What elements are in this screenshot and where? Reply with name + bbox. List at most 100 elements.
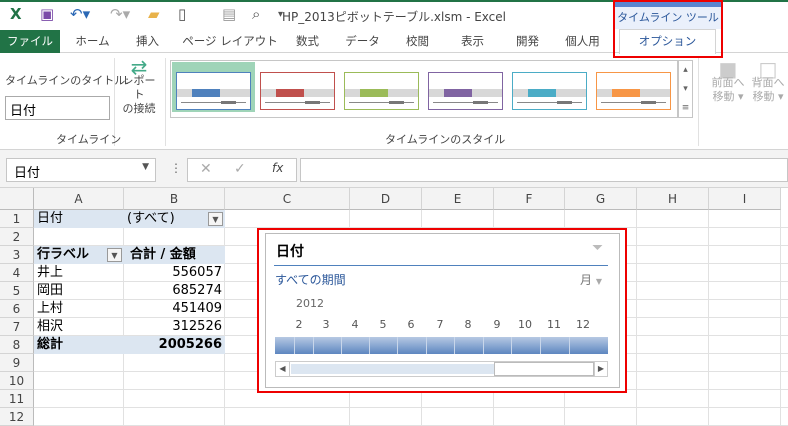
timeline-style-option[interactable] <box>176 72 251 110</box>
row-label-filter-button[interactable]: ▼ <box>107 248 122 262</box>
column-header[interactable]: G <box>565 188 637 210</box>
month-label[interactable]: 7 <box>430 318 450 331</box>
filter-dropdown-button[interactable]: ▼ <box>208 212 223 226</box>
row-header[interactable]: 5 <box>0 282 34 300</box>
row-header[interactable]: 8 <box>0 336 34 354</box>
column-header[interactable]: I <box>709 188 781 210</box>
row-header[interactable]: 2 <box>0 228 34 246</box>
tab-page-layout[interactable]: ページ レイアウト <box>180 30 280 53</box>
group-label-timeline: タイムライン <box>56 133 122 146</box>
column-header[interactable]: D <box>350 188 422 210</box>
tab-data[interactable]: データ <box>340 30 385 53</box>
scroll-left-icon[interactable]: ◀ <box>276 362 290 376</box>
column-header[interactable]: F <box>494 188 565 210</box>
scroll-thumb[interactable] <box>494 362 594 376</box>
bring-forward-icon: ■ <box>718 57 738 81</box>
pivot-row-label: 相沢 <box>37 319 64 334</box>
row-header[interactable]: 3 <box>0 246 34 264</box>
month-divider <box>511 337 512 354</box>
row-header[interactable]: 7 <box>0 318 34 336</box>
clear-filter-icon[interactable]: ⏷ <box>592 240 603 256</box>
month-divider <box>397 337 398 354</box>
time-level-dropdown[interactable]: 月 ▼ <box>580 271 602 288</box>
month-divider <box>369 337 370 354</box>
row-label-header: 行ラベル <box>37 247 90 262</box>
pivot-filter-value: (すべて) <box>127 211 175 226</box>
tab-file[interactable]: ファイル <box>0 30 60 53</box>
timeline-style-option[interactable] <box>428 72 503 110</box>
formula-input[interactable] <box>300 158 788 182</box>
column-header[interactable]: A <box>34 188 124 210</box>
pivot-row-value: 685274 <box>172 283 222 298</box>
group-label-styles: タイムラインのスタイル <box>385 133 506 146</box>
name-box[interactable]: 日付 ▼ <box>6 158 156 182</box>
row-header[interactable]: 12 <box>0 408 34 426</box>
cancel-icon[interactable]: ✕ <box>200 161 212 177</box>
timeline-title-label: タイムラインのタイトル: <box>5 74 129 87</box>
timeline-title-input[interactable]: 日付 <box>5 96 110 120</box>
month-label[interactable]: 12 <box>573 318 593 331</box>
month-label[interactable]: 4 <box>345 318 365 331</box>
insert-function-icon[interactable]: fx <box>272 161 283 175</box>
row-header[interactable]: 10 <box>0 372 34 390</box>
tab-review[interactable]: 校閲 <box>395 30 440 53</box>
tab-home[interactable]: ホーム <box>65 30 120 53</box>
column-header[interactable]: B <box>124 188 225 210</box>
month-label[interactable]: 3 <box>316 318 336 331</box>
row-header[interactable]: 1 <box>0 210 34 228</box>
pivot-row-value: 556057 <box>172 265 222 280</box>
send-backward-icon: □ <box>758 57 778 81</box>
enter-icon[interactable]: ✓ <box>234 161 246 177</box>
report-connections-icon: ⇄ <box>130 55 148 79</box>
column-header[interactable]: E <box>422 188 494 210</box>
tab-developer[interactable]: 開発 <box>505 30 550 53</box>
column-header[interactable]: C <box>225 188 350 210</box>
pivot-row-label: 岡田 <box>37 283 64 298</box>
timeline-style-option[interactable] <box>344 72 419 110</box>
month-label[interactable]: 11 <box>544 318 564 331</box>
timeline-style-option[interactable] <box>596 72 671 110</box>
chevron-down-icon: ▼ <box>595 277 602 286</box>
tab-insert[interactable]: 挿入 <box>125 30 170 53</box>
pivot-row-value: 451409 <box>172 301 222 316</box>
row-header[interactable]: 6 <box>0 300 34 318</box>
bring-forward-button[interactable]: ■ 前面へ 移動 ▾ <box>708 57 748 104</box>
pivot-row-label: 井上 <box>37 265 64 280</box>
send-backward-button[interactable]: □ 背面へ 移動 ▾ <box>748 57 788 104</box>
row-header[interactable]: 9 <box>0 354 34 372</box>
pivot-row-value: 312526 <box>172 319 222 334</box>
tab-formulas[interactable]: 数式 <box>285 30 330 53</box>
timeline-style-option[interactable] <box>512 72 587 110</box>
month-label[interactable]: 2 <box>289 318 309 331</box>
timeline-header: 日付 <box>276 244 304 260</box>
month-divider <box>425 337 427 354</box>
gallery-scroll[interactable]: ▴ ▾ ≡ <box>678 60 693 118</box>
chevron-down-icon[interactable]: ▼ <box>142 162 149 172</box>
period-label: すべての期間 <box>275 273 346 287</box>
tab-personal[interactable]: 個人用 <box>555 30 610 53</box>
scroll-track <box>291 364 494 374</box>
scroll-right-icon[interactable]: ▶ <box>594 362 607 376</box>
month-label[interactable]: 6 <box>401 318 421 331</box>
column-header[interactable]: H <box>637 188 709 210</box>
timeline-selection-bar[interactable] <box>275 337 608 354</box>
month-label[interactable]: 5 <box>373 318 393 331</box>
month-label[interactable]: 9 <box>487 318 507 331</box>
month-label[interactable]: 8 <box>458 318 478 331</box>
row-header[interactable]: 4 <box>0 264 34 282</box>
more-icon: ⋮ <box>170 161 182 175</box>
month-label[interactable]: 10 <box>515 318 535 331</box>
total-label: 総計 <box>37 337 64 352</box>
year-label: 2012 <box>296 297 324 310</box>
pivot-row-label: 上村 <box>37 301 64 316</box>
select-all-button[interactable] <box>0 188 34 210</box>
timeline-style-option[interactable] <box>260 72 335 110</box>
report-connections-button[interactable]: ⇄ レポート の接続 <box>118 55 160 116</box>
tab-options[interactable]: オプション <box>619 29 716 54</box>
tab-view[interactable]: 表示 <box>450 30 495 53</box>
row-header[interactable]: 11 <box>0 390 34 408</box>
month-divider <box>539 337 541 354</box>
month-divider <box>454 337 455 354</box>
header-divider <box>274 265 608 266</box>
value-header: 合計 / 金額 <box>130 247 196 262</box>
